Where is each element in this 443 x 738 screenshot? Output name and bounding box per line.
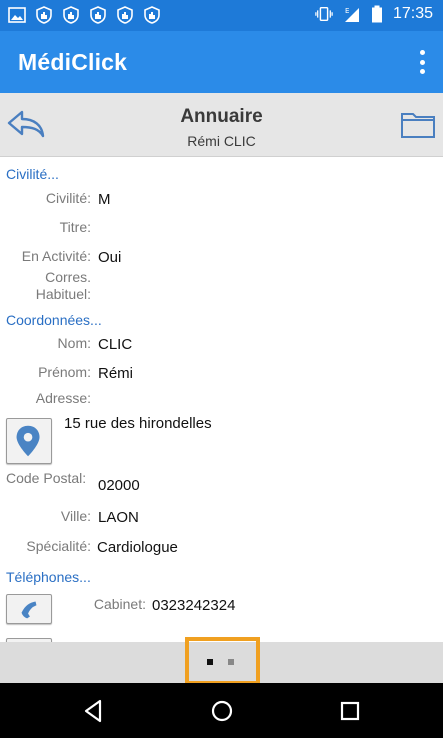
corres-label-line1: Corres. xyxy=(45,269,91,285)
shield-icon xyxy=(90,6,106,24)
civilite-label: Civilité: xyxy=(45,190,91,206)
specialite-value: Cardiologue xyxy=(97,539,178,556)
app-title: MédiClick xyxy=(18,49,128,75)
page-title: Annuaire xyxy=(180,106,263,127)
clock: 17:35 xyxy=(392,5,433,22)
prenom-value: Rémi xyxy=(98,365,134,382)
code-postal-label: Code Postal: xyxy=(6,470,87,486)
titre-label: Titre: xyxy=(59,219,91,235)
cabinet-label: Cabinet: xyxy=(93,596,146,612)
shield-icon xyxy=(117,6,133,24)
phone-icon xyxy=(21,601,37,619)
civilite-value: M xyxy=(98,191,111,208)
map-pin-icon xyxy=(16,425,40,457)
call-cabinet-button[interactable] xyxy=(6,594,52,624)
ville-label: Ville: xyxy=(60,508,91,524)
battery-icon xyxy=(371,5,382,23)
shield-icon xyxy=(144,6,160,24)
page-dot-inactive[interactable] xyxy=(228,659,234,665)
section-telephones[interactable]: Téléphones... xyxy=(6,569,91,585)
svg-text:E: E xyxy=(345,7,349,15)
page-dot-active[interactable] xyxy=(207,659,213,665)
nav-back-icon[interactable] xyxy=(80,697,108,725)
ville-value: LAON xyxy=(98,509,139,526)
page-indicator-highlight xyxy=(185,637,260,685)
section-civilite[interactable]: Civilité... xyxy=(6,166,59,182)
shield-icon xyxy=(36,6,52,24)
signal-icon: E xyxy=(344,7,359,22)
adresse-label: Adresse: xyxy=(35,390,91,406)
nom-label: Nom: xyxy=(57,335,91,351)
contact-details[interactable]: Civilité... Civilité: M Titre: En Activi… xyxy=(0,158,443,642)
map-button[interactable] xyxy=(6,418,52,464)
specialite-label: Spécialité: xyxy=(26,538,91,554)
system-nav-bar xyxy=(0,683,443,738)
folder-icon[interactable] xyxy=(401,110,435,138)
code-postal-value: 02000 xyxy=(98,477,140,494)
nav-recents-icon[interactable] xyxy=(336,697,364,725)
status-bar: E 17:35 xyxy=(0,0,443,31)
app-bar: MédiClick xyxy=(0,31,443,93)
shield-icon xyxy=(63,6,79,24)
corres-label-line2: Habituel: xyxy=(35,286,91,302)
vibrate-icon xyxy=(315,6,333,22)
overflow-menu-icon[interactable] xyxy=(417,50,427,74)
cabinet-value: 0323242324 xyxy=(152,597,236,614)
image-icon xyxy=(8,7,26,23)
nom-value: CLIC xyxy=(98,336,133,353)
activite-value: Oui xyxy=(98,249,122,266)
page-header: Annuaire Rémi CLIC xyxy=(0,93,443,157)
section-coordonnees[interactable]: Coordonnées... xyxy=(6,312,102,328)
page-indicator xyxy=(0,637,443,685)
adresse-value: 15 rue des hirondelles xyxy=(64,415,212,432)
prenom-label: Prénom: xyxy=(38,364,91,380)
activite-label: En Activité: xyxy=(21,248,91,264)
page-subtitle: Rémi CLIC xyxy=(187,133,256,149)
nav-home-icon[interactable] xyxy=(208,697,236,725)
